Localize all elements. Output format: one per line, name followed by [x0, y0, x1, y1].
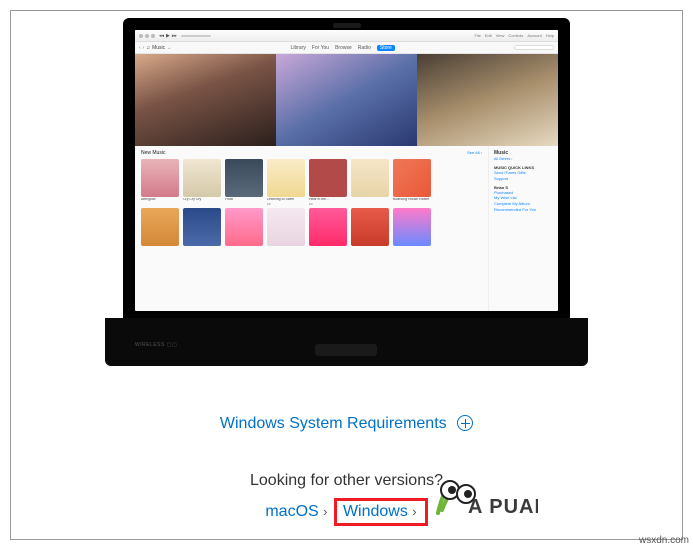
window-titlebar: ◂◂ ▶ ▸▸ File Edit View Controls Account …	[135, 30, 558, 42]
album-row-2	[141, 208, 482, 246]
prev-icon[interactable]: ◂◂	[159, 33, 164, 39]
album[interactable]	[351, 208, 389, 246]
hero-3[interactable]	[417, 54, 558, 146]
music-grid: New Music See All › Afterglow Cry Cry Cr…	[135, 146, 488, 311]
genre-link[interactable]: All Genres ›	[494, 157, 553, 161]
hero-banners[interactable]	[135, 54, 558, 146]
content-area: New Music See All › Afterglow Cry Cry Cr…	[135, 146, 558, 311]
album[interactable]: Afterglow	[141, 159, 179, 206]
system-requirements-text: Windows System Requirements	[220, 415, 447, 432]
tab-library[interactable]: Library	[291, 45, 306, 51]
chevron-left-icon[interactable]: ‹	[139, 45, 141, 51]
tab-browse[interactable]: Browse	[335, 45, 352, 51]
plus-circle-icon[interactable]	[457, 415, 473, 431]
next-icon[interactable]: ▸▸	[172, 33, 177, 39]
section-title: New Music	[141, 150, 165, 156]
album[interactable]: Cry Cry Cry	[183, 159, 221, 206]
webcam	[333, 23, 361, 28]
main-tabs: Library For You Browse Radio Store	[175, 45, 510, 51]
album[interactable]	[267, 208, 305, 246]
album[interactable]	[225, 208, 263, 246]
volume-slider[interactable]	[181, 35, 211, 37]
album[interactable]: Boarding House Reach	[393, 159, 431, 206]
store-sidebar: Music All Genres › MUSIC QUICK LINKS Sen…	[488, 146, 558, 311]
tab-store[interactable]: Store	[377, 45, 395, 51]
chevron-right-icon: ›	[412, 504, 416, 519]
other-versions-links: macOS › Windows ›	[0, 498, 693, 526]
music-note-icon: ♫	[146, 45, 150, 51]
laptop-screen: ◂◂ ▶ ▸▸ File Edit View Controls Account …	[135, 30, 558, 311]
laptop-mockup: ◂◂ ▶ ▸▸ File Edit View Controls Account …	[105, 18, 588, 366]
watermark: wsxdn.com	[639, 535, 689, 546]
album[interactable]	[351, 159, 389, 206]
chevron-right-icon: ›	[323, 504, 327, 519]
play-icon[interactable]: ▶	[166, 33, 170, 39]
chevron-right-icon[interactable]: ›	[143, 45, 145, 51]
album[interactable]	[183, 208, 221, 246]
windows-link[interactable]: Windows	[343, 502, 408, 522]
see-all-link[interactable]: See All ›	[467, 150, 482, 156]
album[interactable]	[141, 208, 179, 246]
looking-for-text: Looking for other versions?	[0, 472, 693, 490]
chevron-down-icon[interactable]: ⌄	[167, 45, 171, 51]
tab-radio[interactable]: Radio	[358, 45, 371, 51]
windows-link-highlight: Windows ›	[334, 498, 428, 526]
sidebar-heading: Music	[494, 150, 553, 156]
system-requirements-link[interactable]: Windows System Requirements	[220, 415, 473, 432]
album[interactable]: Hear in the...EP	[309, 159, 347, 206]
brand-text: A PUALS	[468, 496, 538, 518]
traffic-lights	[139, 34, 155, 38]
library-dropdown[interactable]: Music	[152, 45, 165, 51]
album[interactable]: Float	[225, 159, 263, 206]
tab-for-you[interactable]: For You	[312, 45, 329, 51]
album-row-1: Afterglow Cry Cry Cry Float Learning to …	[141, 159, 482, 206]
system-requirements: Windows System Requirements	[0, 415, 693, 433]
nav-back-forward[interactable]: ‹ › ♫ Music ⌄	[139, 45, 171, 51]
album[interactable]: Learning to SwimEP	[267, 159, 305, 206]
itunes-toolbar: ‹ › ♫ Music ⌄ Library For You Browse Rad…	[135, 42, 558, 54]
playback-controls[interactable]: ◂◂ ▶ ▸▸	[159, 33, 177, 39]
laptop-lid: ◂◂ ▶ ▸▸ File Edit View Controls Account …	[123, 18, 570, 323]
window-menu: File Edit View Controls Account Help	[474, 33, 554, 38]
account-title: Brian S	[494, 185, 553, 190]
acct-link[interactable]: Recommended For You	[494, 208, 553, 213]
quick-link[interactable]: Support	[494, 177, 553, 182]
laptop-base	[105, 318, 588, 366]
macos-link[interactable]: macOS	[265, 503, 318, 520]
album[interactable]	[393, 208, 431, 246]
laptop-label: WIRELESS ▢▢	[135, 342, 177, 348]
album[interactable]	[309, 208, 347, 246]
hero-2[interactable]	[276, 54, 417, 146]
appuals-mascot-logo: A PUALS	[428, 468, 538, 523]
hero-1[interactable]	[135, 54, 276, 146]
search-input[interactable]	[514, 45, 554, 50]
